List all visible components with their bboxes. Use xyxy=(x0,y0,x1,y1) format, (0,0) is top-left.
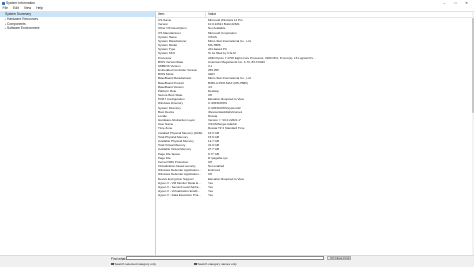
row-value: Yes xyxy=(208,193,213,198)
list-rows: OS Name Microsoft Windows 11 Pro Version 10… xyxy=(156,18,474,197)
column-header-value[interactable]: Value xyxy=(206,12,474,17)
column-header-item[interactable]: Item xyxy=(156,12,206,17)
find-bar: Find what: Find Close Find Search select… xyxy=(0,255,474,267)
category-tree: System Summary + Hardware Resources + Compon… xyxy=(0,11,156,256)
scrollbar-thumb[interactable] xyxy=(472,18,474,113)
find-input[interactable] xyxy=(126,256,324,260)
tree-item[interactable]: + Software Environment xyxy=(0,26,155,31)
tree-item-label: Software Environment xyxy=(7,26,40,31)
find-label: Find what: xyxy=(111,256,127,261)
row-item: Hyper-V - Data Execution Prot... xyxy=(158,193,201,198)
search-selected-category-option[interactable]: Search selected category only xyxy=(111,262,156,266)
search-category-names-option[interactable]: Search category names only xyxy=(194,262,237,266)
system-information-icon xyxy=(2,1,5,5)
details-list: Item Value OS Name Microsoft Windows 11 P… xyxy=(156,11,474,256)
table-row[interactable]: Hyper-V - Data Execution Prot... Yes xyxy=(156,193,474,197)
window-title: System Information xyxy=(6,1,36,5)
close-find-button[interactable]: Close Find xyxy=(333,256,351,261)
search-selected-category-checkbox[interactable] xyxy=(111,262,114,266)
search-category-names-checkbox[interactable] xyxy=(194,262,197,266)
